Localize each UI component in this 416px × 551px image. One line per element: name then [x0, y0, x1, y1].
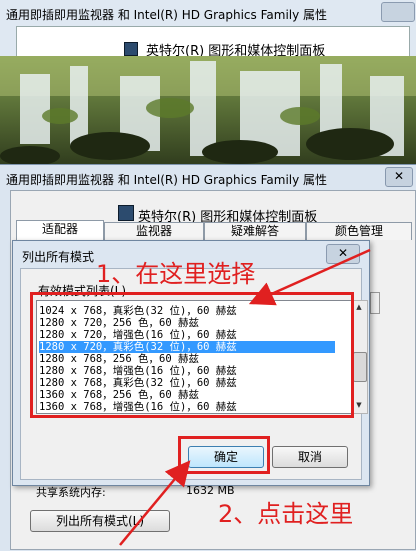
arrow-to-ok — [119, 460, 191, 546]
annotation-arrows — [119, 248, 371, 546]
arrow-to-list — [248, 248, 371, 306]
